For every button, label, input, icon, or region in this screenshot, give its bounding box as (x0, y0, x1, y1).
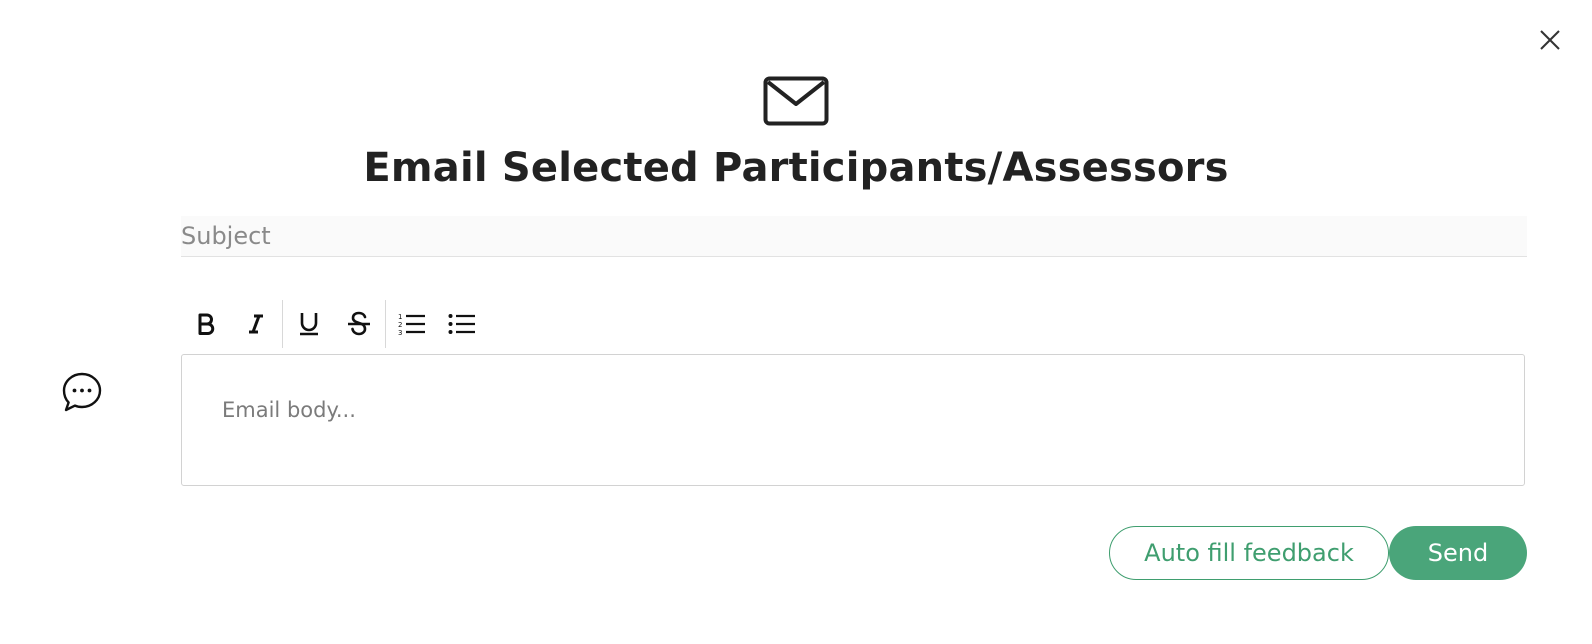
bold-icon (196, 313, 216, 335)
strikethrough-button[interactable] (334, 299, 384, 349)
bold-button[interactable] (181, 299, 231, 349)
ordered-list-icon: 1 2 3 (398, 312, 426, 336)
close-icon[interactable] (1537, 27, 1563, 53)
italic-button[interactable] (231, 299, 281, 349)
svg-text:2: 2 (398, 321, 402, 329)
envelope-icon (763, 76, 829, 126)
svg-text:1: 1 (398, 313, 402, 321)
bullet-list-icon (448, 312, 476, 336)
auto-fill-feedback-button[interactable]: Auto fill feedback (1109, 526, 1389, 580)
bullet-list-button[interactable] (437, 299, 487, 349)
email-dialog: Email Selected Participants/Assessors Su… (0, 0, 1592, 644)
email-body-editor[interactable]: Email body... (181, 354, 1525, 486)
chat-bubble-icon[interactable] (61, 371, 103, 413)
toolbar-divider (385, 300, 386, 348)
email-body-placeholder: Email body... (222, 398, 356, 422)
dialog-title: Email Selected Participants/Assessors (363, 145, 1229, 191)
underline-icon (298, 311, 320, 337)
subject-input[interactable] (181, 216, 1527, 257)
underline-button[interactable] (284, 299, 334, 349)
svg-text:3: 3 (398, 329, 402, 336)
strikethrough-icon (347, 311, 371, 337)
formatting-toolbar: 1 2 3 (181, 299, 487, 349)
ordered-list-button[interactable]: 1 2 3 (387, 299, 437, 349)
toolbar-divider (282, 300, 283, 348)
italic-icon (246, 313, 266, 335)
send-button[interactable]: Send (1389, 526, 1527, 580)
